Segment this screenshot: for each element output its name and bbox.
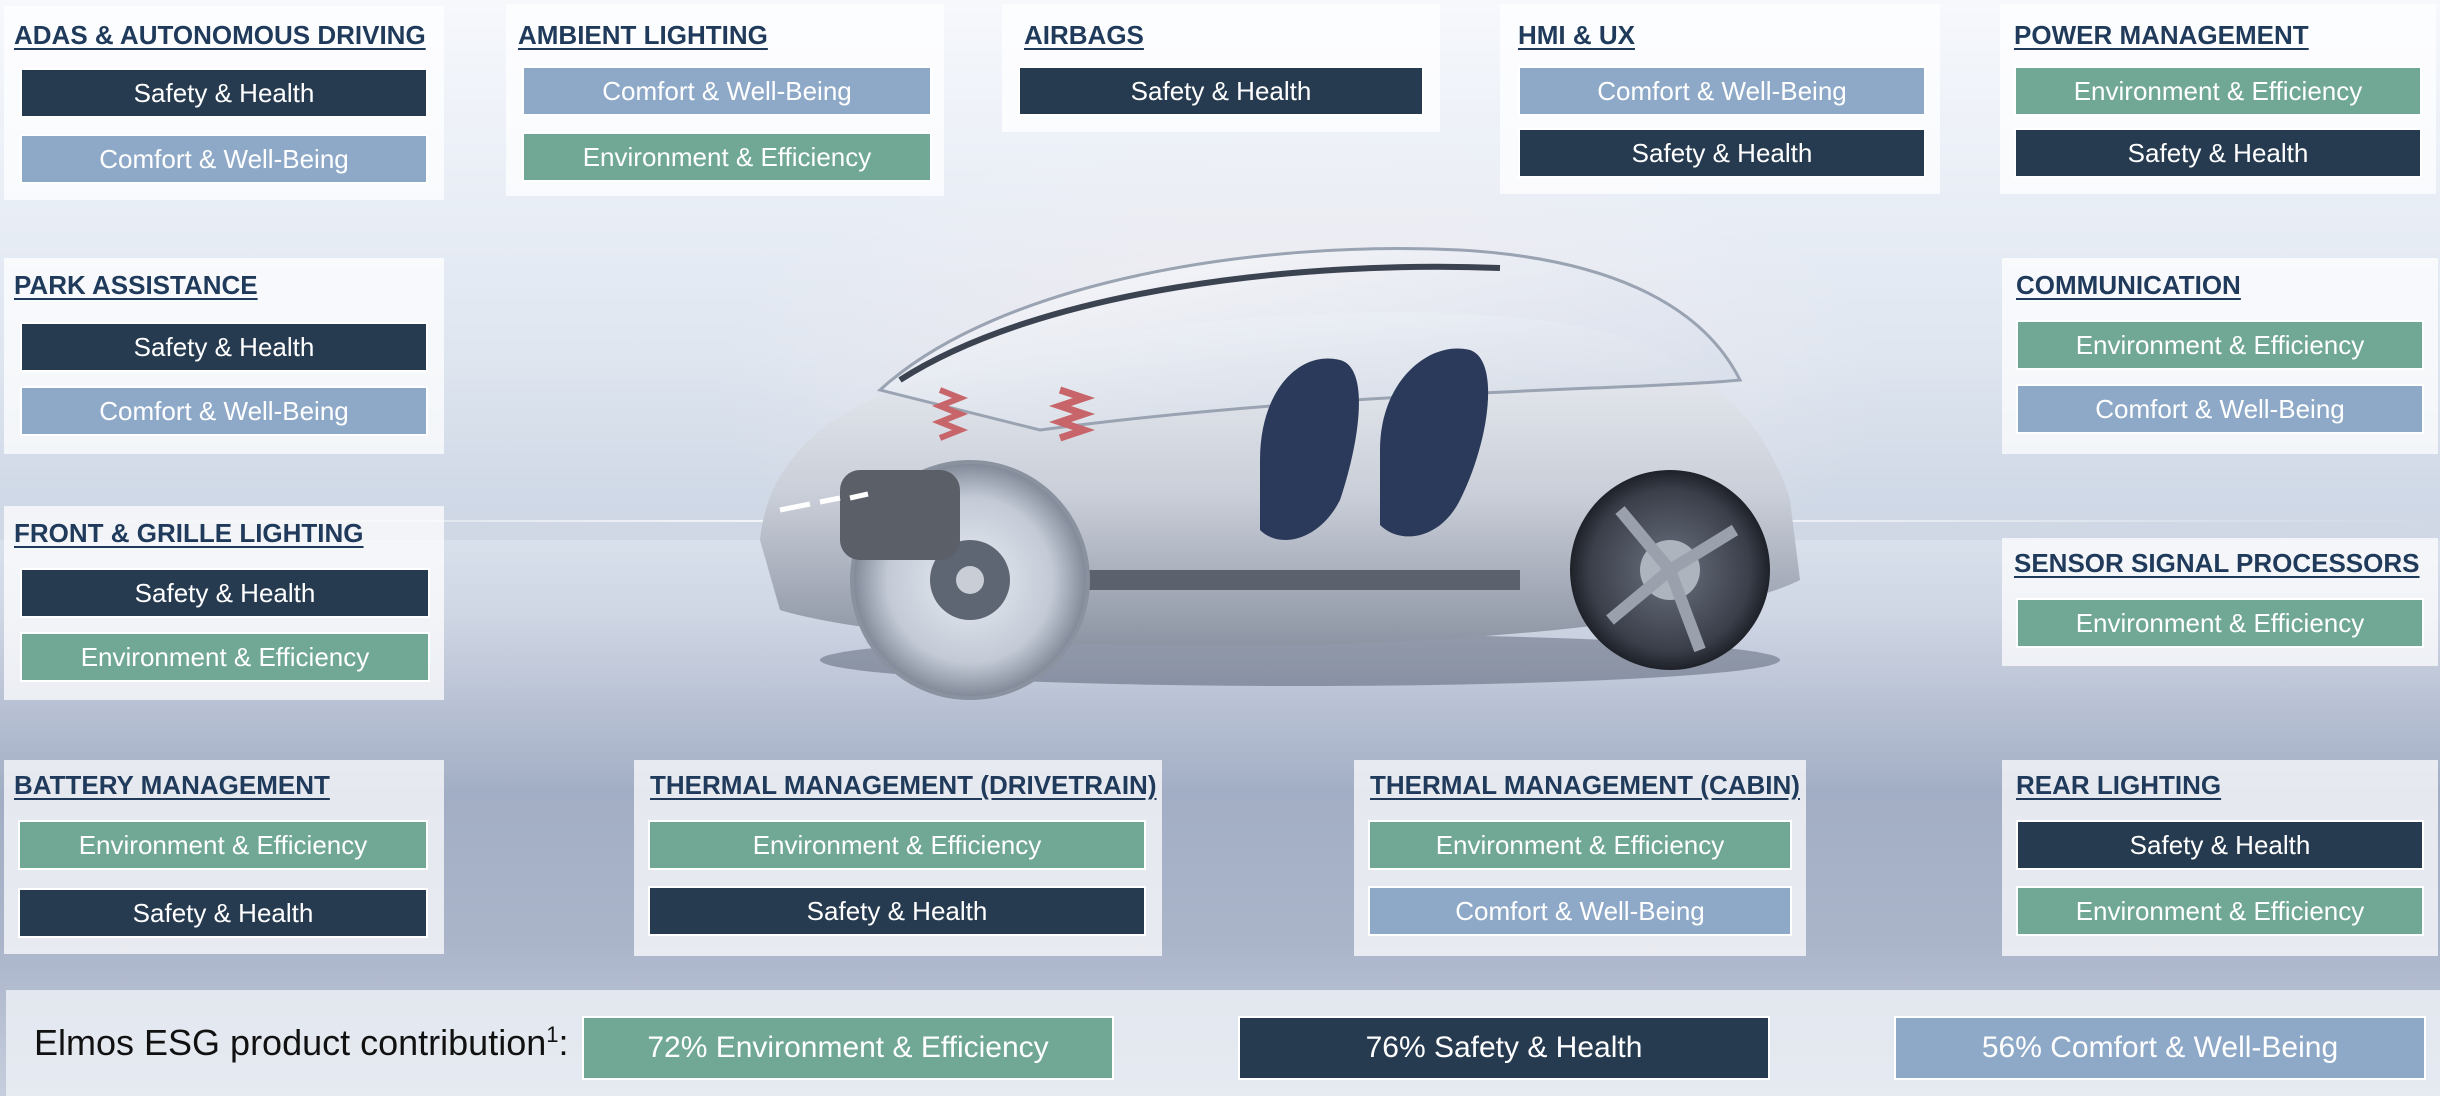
tag-environment-efficiency: Environment & Efficiency (2014, 66, 2422, 116)
panel-rear-lighting: REAR LIGHTING Safety & Health Environmen… (2002, 760, 2438, 956)
panel-thermal-management-drivetrain: THERMAL MANAGEMENT (DRIVETRAIN) Environm… (634, 760, 1162, 956)
panel-title: AMBIENT LIGHTING (518, 20, 768, 50)
tag-safety-health: Safety & Health (1518, 128, 1926, 178)
tag-environment-efficiency: Environment & Efficiency (648, 820, 1146, 870)
tag-safety-health: Safety & Health (2014, 128, 2422, 178)
panel-power-management: POWER MANAGEMENT Environment & Efficienc… (2000, 4, 2436, 194)
tag-environment-efficiency: Environment & Efficiency (2016, 886, 2424, 936)
tag-safety-health: Safety & Health (18, 888, 428, 938)
esg-contribution-bar: Elmos ESG product contribution1: 72% Env… (6, 990, 2440, 1096)
panel-title: THERMAL MANAGEMENT (DRIVETRAIN) (650, 770, 1157, 800)
concept-car-illustration (760, 247, 1800, 700)
tag-comfort-wellbeing: Comfort & Well-Being (2016, 384, 2424, 434)
stat-comfort-wellbeing: 56% Comfort & Well-Being (1894, 1016, 2426, 1080)
panel-hmi-ux: HMI & UX Comfort & Well-Being Safety & H… (1500, 4, 1940, 194)
panel-front-grille-lighting: FRONT & GRILLE LIGHTING Safety & Health … (4, 506, 444, 700)
tag-environment-efficiency: Environment & Efficiency (1368, 820, 1792, 870)
panel-sensor-signal-processors: SENSOR SIGNAL PROCESSORS Environment & E… (2002, 538, 2438, 666)
panel-title: AIRBAGS (1024, 20, 1144, 50)
stat-environment-efficiency: 72% Environment & Efficiency (582, 1016, 1114, 1080)
esg-label-text: Elmos ESG product contribution (34, 1022, 547, 1063)
panel-communication: COMMUNICATION Environment & Efficiency C… (2002, 258, 2438, 454)
panel-title: POWER MANAGEMENT (2014, 20, 2309, 50)
panel-title: THERMAL MANAGEMENT (CABIN) (1370, 770, 1800, 800)
tag-safety-health: Safety & Health (2016, 820, 2424, 870)
panel-title: REAR LIGHTING (2016, 770, 2222, 800)
tag-environment-efficiency: Environment & Efficiency (522, 132, 932, 182)
tag-comfort-wellbeing: Comfort & Well-Being (522, 66, 932, 116)
panel-ambient-lighting: AMBIENT LIGHTING Comfort & Well-Being En… (506, 4, 944, 196)
tag-safety-health: Safety & Health (20, 568, 430, 618)
tag-safety-health: Safety & Health (648, 886, 1146, 936)
tag-safety-health: Safety & Health (20, 68, 428, 118)
tag-safety-health: Safety & Health (20, 322, 428, 372)
tag-safety-health: Safety & Health (1018, 66, 1424, 116)
tag-comfort-wellbeing: Comfort & Well-Being (20, 386, 428, 436)
panel-thermal-management-cabin: THERMAL MANAGEMENT (CABIN) Environment &… (1354, 760, 1806, 956)
tag-environment-efficiency: Environment & Efficiency (2016, 598, 2424, 648)
tag-environment-efficiency: Environment & Efficiency (20, 632, 430, 682)
panel-title: SENSOR SIGNAL PROCESSORS (2014, 548, 2420, 578)
panel-park-assistance: PARK ASSISTANCE Safety & Health Comfort … (4, 258, 444, 454)
footnote-marker: 1 (546, 1022, 559, 1047)
esg-contribution-label: Elmos ESG product contribution1: (34, 1022, 569, 1064)
tag-comfort-wellbeing: Comfort & Well-Being (1368, 886, 1792, 936)
panel-title: COMMUNICATION (2016, 270, 2241, 300)
stat-safety-health: 76% Safety & Health (1238, 1016, 1770, 1080)
panel-title: HMI & UX (1518, 20, 1635, 50)
tag-environment-efficiency: Environment & Efficiency (18, 820, 428, 870)
tag-environment-efficiency: Environment & Efficiency (2016, 320, 2424, 370)
panel-title: ADAS & AUTONOMOUS DRIVING (14, 20, 426, 50)
panel-adas: ADAS & AUTONOMOUS DRIVING Safety & Healt… (4, 6, 444, 200)
panel-airbags: AIRBAGS Safety & Health (1002, 4, 1440, 132)
tag-comfort-wellbeing: Comfort & Well-Being (1518, 66, 1926, 116)
tag-comfort-wellbeing: Comfort & Well-Being (20, 134, 428, 184)
panel-title: PARK ASSISTANCE (14, 270, 258, 300)
panel-title: FRONT & GRILLE LIGHTING (14, 518, 364, 548)
panel-battery-management: BATTERY MANAGEMENT Environment & Efficie… (4, 760, 444, 954)
esg-label-suffix: : (558, 1022, 569, 1063)
panel-title: BATTERY MANAGEMENT (14, 770, 330, 800)
